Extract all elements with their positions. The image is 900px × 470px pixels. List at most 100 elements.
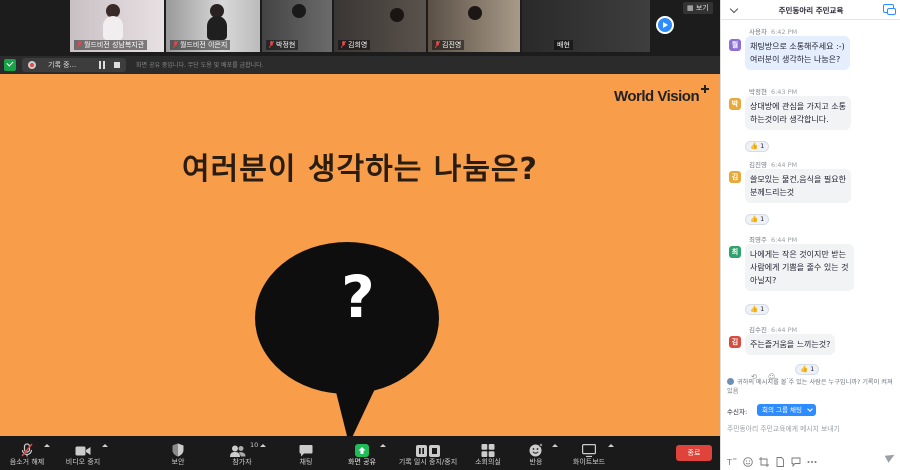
video-tile-name: 배현	[554, 40, 573, 50]
avatar: 최	[729, 246, 741, 258]
video-tile-name: 월드비전 이은지	[170, 40, 231, 50]
message-time: 6:43 PM	[770, 88, 798, 96]
stop-video-button[interactable]: 비디오 중지	[58, 436, 108, 470]
video-tile[interactable]: 김진영	[428, 0, 520, 52]
mic-muted-icon	[172, 40, 179, 49]
avatar: 김	[729, 336, 741, 348]
message-sender: 박정현	[749, 88, 767, 96]
message-bubble: 쓸모있는 물건,음식을 필요한 분께드리는것	[745, 169, 851, 203]
more-options-icon[interactable]	[807, 452, 817, 463]
security-shield-icon[interactable]	[4, 59, 16, 71]
svg-text:T: T	[727, 458, 732, 467]
thumbs-up-icon: 👍	[800, 365, 809, 373]
video-tile-name: 월드비전 성남복지관	[74, 40, 148, 50]
zoom-meeting-window: 월드비전 성남복지관 월드비전 이은지 박정현 김희영 김진영 배현 ▦ 보기 …	[0, 0, 900, 470]
message-sender: 김수진	[749, 326, 767, 334]
person-icon	[727, 378, 734, 385]
share-notice: 화면 공유 중입니다. 무단 도용 및 배포를 금합니다.	[136, 62, 264, 69]
share-screen-button[interactable]: 화면 공유	[340, 436, 386, 470]
thumbs-up-icon: 👍	[750, 305, 759, 313]
avatar: 월	[729, 39, 741, 51]
reaction-badge[interactable]: 👍 1	[745, 304, 770, 315]
chevron-up-icon[interactable]	[102, 444, 108, 447]
question-mark: ?	[341, 263, 375, 331]
message-actions: ⟲ ☺ …	[751, 364, 799, 381]
mic-muted-icon	[340, 40, 347, 49]
chat-header: 주민동아리 주민교육	[721, 0, 900, 20]
thumbs-up-icon: 👍	[750, 215, 759, 223]
speech-bubble: ?	[255, 230, 439, 436]
participants-button[interactable]: 10 참가자	[222, 436, 266, 470]
shared-screen: 기록 중... 화면 공유 중입니다. 무단 도용 및 배포를 금합니다. Wo…	[0, 56, 720, 436]
message-bubble: 상대방에 관심을 가지고 소통 하는것이라 생각합니다.	[745, 96, 851, 130]
chevron-up-icon[interactable]	[44, 444, 50, 447]
message-bubble: 주는즐거움을 느끼는것?	[745, 334, 836, 355]
message-sender: 사용자	[749, 28, 767, 36]
emoji-icon[interactable]	[743, 452, 753, 467]
message-bubble: 채팅방으로 소통해주세요 :-) 여러분이 생각하는 나눔은?	[745, 36, 850, 70]
whiteboard-button[interactable]: 화이트보드	[566, 436, 614, 470]
video-tile[interactable]: 월드비전 성남복지관	[70, 0, 164, 52]
pause-recording-icon[interactable]	[98, 61, 106, 69]
presentation-slide: World Vision 여러분이 생각하는 나눔은? ?	[0, 74, 720, 436]
participant-count: 10	[250, 441, 259, 449]
video-tile-name: 김희영	[338, 40, 371, 50]
speech-bubble-icon	[255, 242, 439, 436]
video-tile-name: 김진영	[432, 40, 465, 50]
avatar: 박	[729, 98, 741, 110]
view-button[interactable]: ▦ 보기	[683, 2, 713, 14]
chat-button[interactable]: 채팅	[288, 436, 324, 470]
message-time: 6:44 PM	[770, 326, 798, 334]
popout-icon[interactable]	[883, 4, 896, 15]
grid-icon: ▦	[687, 4, 696, 12]
chat-title: 주민동아리 주민교육	[778, 6, 844, 15]
end-meeting-button[interactable]: 종료	[676, 445, 712, 461]
video-tile-name: 박정현	[266, 40, 299, 50]
chat-message-input[interactable]	[727, 422, 895, 436]
chat-panel: 주민동아리 주민교육 월 사용자 6:42 PM 채팅방으로 소통해주세요 :-)…	[720, 0, 900, 470]
world-vision-logo: World Vision	[614, 88, 700, 105]
avatar: 김	[729, 171, 741, 183]
reaction-badge[interactable]: 👍 1	[745, 141, 770, 152]
format-icon[interactable]: T	[726, 452, 737, 467]
share-status-bar: 기록 중... 화면 공유 중입니다. 무단 도용 및 배포를 금합니다.	[0, 56, 720, 74]
message-time: 6:42 PM	[770, 28, 798, 36]
video-tile[interactable]: 배현	[522, 0, 650, 52]
screenshot-icon[interactable]	[759, 452, 769, 467]
file-icon[interactable]	[775, 452, 785, 467]
mic-muted-icon	[268, 40, 275, 49]
video-tile[interactable]: 박정현	[262, 0, 332, 52]
recipient-label: 수신자:	[727, 408, 748, 416]
chevron-up-icon[interactable]	[260, 444, 266, 447]
recording-indicator: 기록 중...	[22, 58, 126, 72]
logo-star-icon	[701, 85, 709, 93]
record-dot-icon	[28, 61, 36, 69]
video-tile[interactable]: 김희영	[334, 0, 426, 52]
gallery-next-icon[interactable]	[656, 16, 674, 34]
message-bubble: 나에게는 작은 것이지만 받는 사람에게 기쁨을 줄수 있는 것 아닐지?	[745, 244, 854, 291]
mic-muted-icon	[434, 40, 441, 49]
video-gallery-strip: 월드비전 성남복지관 월드비전 이은지 박정현 김희영 김진영 배현 ▦ 보기	[0, 0, 720, 56]
recording-label: 기록 중...	[48, 61, 77, 69]
unmute-button[interactable]: 음소거 해제	[4, 436, 50, 470]
chevron-up-icon[interactable]	[380, 444, 386, 447]
message-time: 6:44 PM	[770, 161, 798, 169]
message-sender: 최영주	[749, 236, 767, 244]
video-tile[interactable]: 월드비전 이은지	[166, 0, 260, 52]
send-icon[interactable]	[886, 452, 896, 462]
chevron-up-icon[interactable]	[552, 444, 558, 447]
privacy-notice[interactable]: 귀하의 메시지를 볼 수 있는 사람은 누구입니까? 기록이 켜져 있음	[727, 378, 897, 396]
chat-bubble-icon[interactable]	[791, 452, 801, 468]
mic-muted-icon	[76, 40, 83, 49]
chevron-up-icon[interactable]	[608, 444, 614, 447]
thumbs-up-icon: 👍	[750, 142, 759, 150]
slide-title: 여러분이 생각하는 나눔은?	[182, 152, 538, 187]
recipient-dropdown[interactable]: 회의 그룹 채팅	[757, 404, 817, 416]
reactions-button[interactable]: 반응	[516, 436, 558, 470]
message-sender: 김진영	[749, 161, 767, 169]
reaction-badge[interactable]: 👍 1	[745, 214, 770, 225]
pause-stop-recording-button[interactable]: 기록 일시 중지/중지	[392, 436, 464, 470]
security-button[interactable]: 보안	[158, 436, 198, 470]
breakout-rooms-button[interactable]: 소회의실	[468, 436, 508, 470]
stop-recording-icon[interactable]	[114, 62, 120, 68]
